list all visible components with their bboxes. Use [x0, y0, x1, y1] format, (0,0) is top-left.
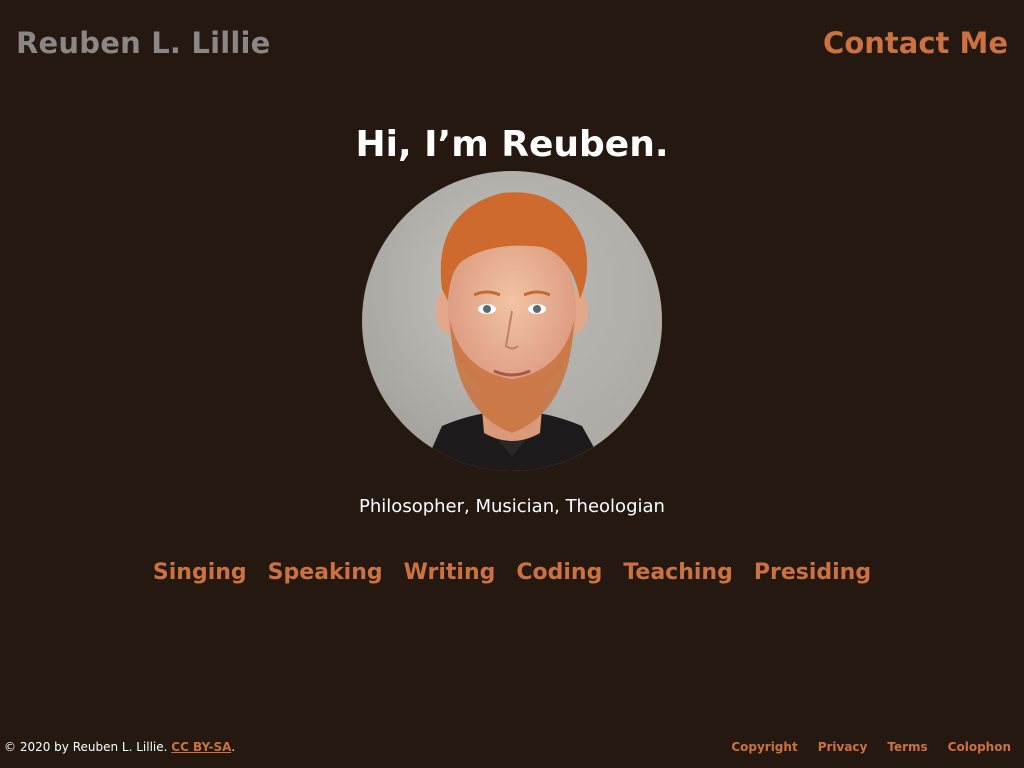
skills-nav: Singing Speaking Writing Coding Teaching…: [0, 560, 1024, 585]
copyright-text: © 2020 by Reuben L. Lillie.: [4, 740, 172, 754]
portrait-illustration: [362, 171, 662, 471]
footer-link-copyright[interactable]: Copyright: [731, 740, 797, 754]
skill-link-teaching[interactable]: Teaching: [623, 560, 733, 585]
skill-link-presiding[interactable]: Presiding: [754, 560, 871, 585]
skill-link-writing[interactable]: Writing: [404, 560, 496, 585]
footer-copyright: © 2020 by Reuben L. Lillie. CC BY-SA.: [4, 740, 235, 754]
skill-link-speaking[interactable]: Speaking: [268, 560, 383, 585]
site-title-link[interactable]: Reuben L. Lillie: [16, 26, 271, 60]
tagline: Philosopher, Musician, Theologian: [359, 496, 665, 517]
footer-link-colophon[interactable]: Colophon: [948, 740, 1011, 754]
footer-link-terms[interactable]: Terms: [887, 740, 927, 754]
contact-me-link[interactable]: Contact Me: [823, 26, 1008, 60]
footer-link-privacy[interactable]: Privacy: [818, 740, 868, 754]
skill-link-singing[interactable]: Singing: [153, 560, 247, 585]
skill-link-coding[interactable]: Coding: [516, 560, 602, 585]
page: Reuben L. Lillie Contact Me Hi, I’m Reub…: [0, 0, 1024, 768]
page-headline: Hi, I’m Reuben.: [355, 124, 669, 165]
copyright-period: .: [231, 740, 236, 754]
license-link[interactable]: CC BY-SA: [171, 740, 231, 754]
profile-portrait: [362, 171, 662, 471]
footer-nav: Copyright Privacy Terms Colophon: [731, 740, 1011, 754]
